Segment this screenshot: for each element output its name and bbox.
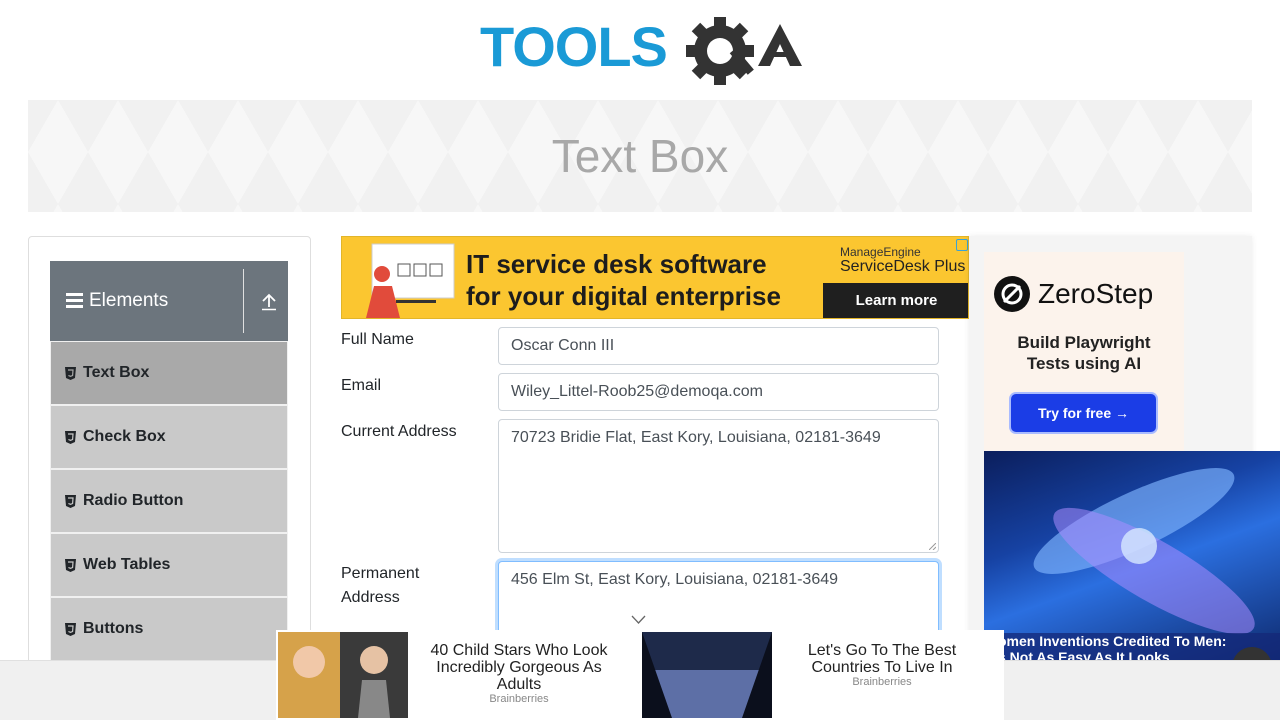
email-label: Email	[341, 377, 382, 394]
permanent-address-value: 456 Elm St, East Kory, Louisiana, 02181-…	[511, 571, 839, 588]
ad-headline-line2: for your digital enterprise	[466, 281, 781, 311]
zerostep-tagline: Build Playwright Tests using AI	[984, 332, 1184, 374]
ad-image-caption-line1: omen Inventions Credited To Men:	[998, 633, 1227, 649]
zerostep-logo-icon	[994, 276, 1030, 312]
zerostep-tagline-line1: Build Playwright	[1017, 333, 1151, 352]
sidebar-item-text-box[interactable]: Text Box	[50, 341, 288, 405]
hamburger-icon	[66, 293, 83, 308]
sidebar-item-label: Radio Button	[83, 492, 184, 509]
current-address-value: 70723 Bridie Flat, East Kory, Louisiana,…	[511, 429, 881, 446]
sidebar-item-web-tables[interactable]: Web Tables	[50, 533, 288, 597]
html5-icon	[65, 622, 76, 636]
zerostep-tagline-line2: Tests using AI	[1026, 354, 1142, 373]
sidebar-group-title: Elements	[89, 290, 169, 311]
bottom-ad[interactable]: 40 Child Stars Who Look Incredibly Gorge…	[276, 630, 1004, 720]
ad-image-inventions[interactable]: omen Inventions Credited To Men: s Not A…	[984, 451, 1280, 660]
gear-icon	[686, 17, 754, 85]
sidebar-item-label: Web Tables	[83, 556, 171, 573]
chromosome-image	[1033, 468, 1255, 635]
html5-icon	[65, 430, 76, 444]
ad-brand-top: ManageEngine	[840, 245, 921, 259]
page-title: Text Box	[551, 130, 729, 182]
sidebar-item-buttons[interactable]: Buttons	[50, 597, 288, 661]
chevron-down-icon[interactable]	[631, 613, 646, 625]
try-for-free-button[interactable]: Try for free →	[1011, 394, 1156, 432]
bottom-ad-item2-source: Brainberries	[852, 676, 912, 688]
permanent-address-label: Permanent Address	[341, 562, 419, 610]
ad-banner-servicedesk[interactable]: IT service desk software for your digita…	[341, 236, 969, 319]
current-address-label: Current Address	[341, 423, 457, 440]
current-address-textarea[interactable]: 70723 Bridie Flat, East Kory, Louisiana,…	[498, 419, 939, 553]
ad-headline-line1: IT service desk software	[466, 249, 767, 279]
full-name-label: Full Name	[341, 331, 414, 348]
bottom-ad-item2-title[interactable]: Let's Go To The Best Countries To Live I…	[782, 642, 982, 676]
toolsqa-logo[interactable]: TOOLS	[480, 14, 806, 94]
bottom-ad-item1-title[interactable]: 40 Child Stars Who Look Incredibly Gorge…	[414, 642, 624, 693]
permanent-address-label-line1: Permanent	[341, 565, 420, 582]
site-header: TOOLS	[0, 0, 1280, 100]
ad-zerostep[interactable]: ZeroStep Build Playwright Tests using AI…	[984, 252, 1184, 452]
ad-headline: IT service desk software for your digita…	[466, 248, 781, 312]
page-banner: Text Box	[28, 100, 1252, 212]
sidebar-item-label: Buttons	[83, 620, 144, 637]
html5-icon	[65, 366, 76, 380]
permanent-address-label-line2: Address	[341, 589, 400, 606]
ad-illustration	[366, 243, 455, 318]
full-name-input[interactable]: Oscar Conn III	[498, 327, 939, 365]
ad-learn-more-button[interactable]: Learn more	[823, 283, 968, 318]
zerostep-brand: ZeroStep	[1038, 278, 1154, 309]
header-divider	[243, 269, 244, 333]
logo-letter-a	[758, 24, 802, 66]
email-input[interactable]: Wiley_Littel-Roob25@demoqa.com	[498, 373, 939, 411]
logo-text-tools: TOOLS	[480, 15, 667, 78]
sidebar-menu: Text Box Check Box Radio Button Web Tabl…	[50, 341, 288, 661]
sidebar-item-radio-button[interactable]: Radio Button	[50, 469, 288, 533]
sidebar-group-elements[interactable]: Elements	[50, 261, 288, 341]
sidebar-item-label: Check Box	[83, 428, 166, 445]
html5-icon	[65, 558, 76, 572]
cockpit-image	[642, 632, 772, 718]
sidebar: Elements Text Box Check Box Radio Button…	[28, 236, 311, 676]
collapse-up-icon[interactable]	[260, 293, 278, 311]
bottom-ad-item1-source: Brainberries	[489, 693, 549, 705]
resize-grip-icon[interactable]	[929, 543, 936, 550]
html5-icon	[65, 494, 76, 508]
child-stars-image	[278, 632, 408, 718]
sidebar-item-label: Text Box	[83, 364, 150, 381]
adchoices-icon[interactable]	[956, 239, 968, 251]
sidebar-item-check-box[interactable]: Check Box	[50, 405, 288, 469]
ad-brand-bottom: ServiceDesk Plus	[840, 258, 966, 275]
